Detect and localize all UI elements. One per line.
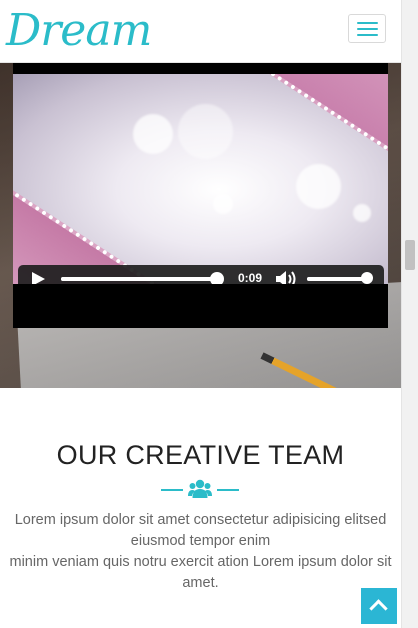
- description-line: Lorem ipsum dolor sit amet consectetur a…: [14, 512, 387, 549]
- scrollbar-thumb[interactable]: [405, 240, 415, 270]
- title-divider: [161, 476, 239, 502]
- video-frame[interactable]: 0:09: [13, 74, 388, 284]
- chevron-up-icon: [369, 599, 388, 618]
- seek-handle[interactable]: [209, 272, 224, 284]
- logo[interactable]: Dream: [6, 2, 152, 60]
- section-title: OUR CREATIVE TEAM: [56, 440, 345, 470]
- video-ribbon: [13, 148, 210, 284]
- video-player[interactable]: 0:09: [13, 62, 388, 328]
- menu-toggle-button[interactable]: [348, 14, 386, 43]
- play-icon[interactable]: [32, 272, 45, 284]
- hero-banner: 0:09: [0, 62, 401, 388]
- description-line: minim veniam quis notru exercit ation Lo…: [9, 554, 392, 591]
- page: Dream 0:09 OUR CREATIVE TEAM Lorem ipsum…: [0, 0, 401, 628]
- navbar: Dream: [0, 0, 401, 63]
- current-time: 0:09: [238, 271, 263, 284]
- volume-icon[interactable]: [275, 270, 299, 284]
- volume-slider[interactable]: [307, 272, 373, 284]
- section-description: Lorem ipsum dolor sit amet consectetur a…: [6, 510, 395, 594]
- page-scrollbar[interactable]: [401, 0, 418, 628]
- users-icon: [188, 479, 212, 498]
- seek-bar[interactable]: [61, 272, 224, 284]
- video-controls: 0:09: [18, 265, 384, 284]
- hamburger-icon: [357, 22, 378, 24]
- volume-handle[interactable]: [360, 272, 373, 284]
- back-to-top-button[interactable]: [361, 588, 397, 624]
